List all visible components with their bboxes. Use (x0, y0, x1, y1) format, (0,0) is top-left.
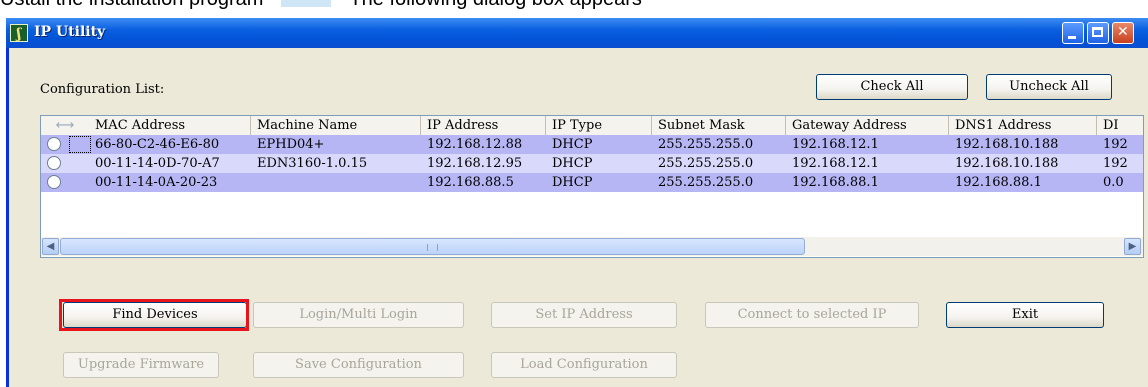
scroll-thumb[interactable] (60, 238, 805, 255)
minimize-button[interactable] (1062, 22, 1084, 44)
gateway-cell: 192.168.12.1 (792, 137, 879, 152)
ip-type-cell: DHCP (552, 156, 593, 171)
ip-type-cell: DHCP (552, 175, 593, 190)
row-radio[interactable] (47, 156, 61, 170)
machine-name-cell: EPHD04+ (257, 137, 325, 152)
table-row[interactable]: 66-80-C2-46-E6-80 EPHD04+ 192.168.12.88 … (41, 135, 1143, 154)
table-row[interactable]: 00-11-14-0A-20-23 192.168.88.5 DHCP 255.… (41, 173, 1143, 192)
check-all-button[interactable]: Check All (816, 74, 968, 100)
ip-utility-window: ʃ IP Utility Configuration List: Check A… (6, 18, 1148, 387)
caption-text: Ustall the installation programThe follo… (0, 0, 642, 10)
horizontal-scrollbar[interactable]: ◀ ▶ (41, 237, 1143, 256)
window-title: IP Utility (34, 24, 106, 40)
column-resize-icon: ⟷ (55, 118, 75, 133)
dns2-cell: 192 (1103, 156, 1128, 171)
scroll-left-icon[interactable]: ◀ (42, 238, 59, 255)
upgrade-firmware-button[interactable]: Upgrade Firmware (63, 352, 219, 378)
focus-indicator (69, 136, 91, 153)
exit-button[interactable]: Exit (946, 302, 1104, 328)
dns1-cell: 192.168.10.188 (955, 137, 1059, 152)
ip-cell: 192.168.12.95 (427, 156, 523, 171)
column-header[interactable]: DI (1097, 116, 1143, 135)
machine-name-cell (251, 173, 421, 192)
mac-cell: 00-11-14-0D-70-A7 (95, 156, 220, 171)
ip-cell: 192.168.88.5 (427, 175, 514, 190)
app-icon: ʃ (10, 24, 28, 42)
column-header[interactable]: Gateway Address (786, 116, 949, 135)
login-button[interactable]: Login/Multi Login (253, 302, 464, 328)
mac-cell: 66-80-C2-46-E6-80 (95, 137, 220, 152)
row-radio[interactable] (47, 137, 61, 151)
ip-type-cell: DHCP (552, 137, 593, 152)
close-button[interactable] (1112, 22, 1134, 44)
highlight-box (59, 299, 249, 331)
maximize-button[interactable] (1087, 22, 1109, 44)
subnet-cell: 255.255.255.0 (658, 156, 754, 171)
column-header[interactable]: Machine Name (251, 116, 421, 135)
scroll-grip-icon (427, 244, 438, 251)
ip-cell: 192.168.12.88 (427, 137, 523, 152)
column-header[interactable]: DNS1 Address (949, 116, 1097, 135)
dns2-cell: 192 (1103, 137, 1128, 152)
dns1-cell: 192.168.10.188 (955, 156, 1059, 171)
save-configuration-button[interactable]: Save Configuration (253, 352, 464, 378)
subnet-cell: 255.255.255.0 (658, 137, 754, 152)
column-header[interactable]: IP Type (546, 116, 652, 135)
machine-name-cell: EDN3160-1.0.15 (257, 156, 368, 171)
scroll-right-icon[interactable]: ▶ (1124, 238, 1141, 255)
row-radio[interactable] (47, 175, 61, 189)
caption-highlight (281, 0, 332, 7)
set-ip-address-button[interactable]: Set IP Address (491, 302, 677, 328)
mac-cell: 00-11-14-0A-20-23 (95, 175, 218, 190)
title-bar[interactable]: ʃ IP Utility (6, 18, 1148, 48)
subnet-cell: 255.255.255.0 (658, 175, 754, 190)
configuration-list-label: Configuration List: (40, 82, 165, 97)
uncheck-all-button[interactable]: Uncheck All (986, 74, 1112, 100)
table-row[interactable]: 00-11-14-0D-70-A7 EDN3160-1.0.15 192.168… (41, 154, 1143, 173)
dns2-cell: 0.0 (1103, 175, 1124, 190)
gateway-cell: 192.168.12.1 (792, 156, 879, 171)
column-header[interactable]: MAC Address (89, 116, 251, 135)
dns1-cell: 192.168.88.1 (955, 175, 1042, 190)
column-header[interactable]: Subnet Mask (652, 116, 786, 135)
connect-to-selected-ip-button[interactable]: Connect to selected IP (705, 302, 919, 328)
gateway-cell: 192.168.88.1 (792, 175, 879, 190)
device-table[interactable]: ⟷ MAC Address Machine Name IP Address IP… (40, 115, 1144, 258)
column-header[interactable]: IP Address (421, 116, 546, 135)
load-configuration-button[interactable]: Load Configuration (491, 352, 677, 378)
table-header: ⟷ MAC Address Machine Name IP Address IP… (41, 116, 1143, 136)
